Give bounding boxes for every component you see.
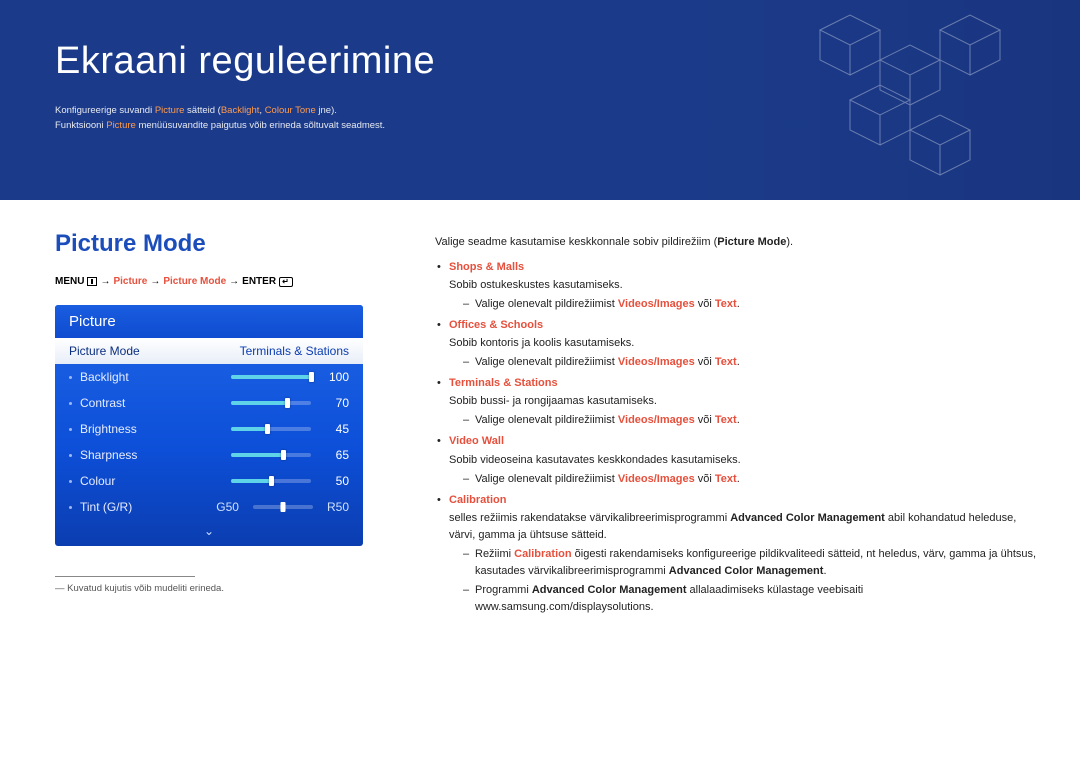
slider-value: 50 [319, 474, 349, 488]
slider-track[interactable] [231, 479, 311, 483]
section-title: Picture Mode [55, 230, 395, 258]
osd-slider-row[interactable]: Colour 50 [55, 468, 363, 494]
osd-selected-row[interactable]: Picture Mode Terminals & Stations [55, 338, 363, 364]
calib-sub-item: Režiimi Calibration õigesti rakendamisek… [463, 546, 1040, 580]
slider-track[interactable] [231, 375, 311, 379]
mode-sub-item: Valige olenevalt pildirežiimist Videos/I… [463, 471, 1040, 488]
mode-item-calibration: Calibration selles režiimis rakendatakse … [435, 492, 1040, 616]
slider-track[interactable] [231, 453, 311, 457]
lead-text: Valige seadme kasutamise keskkonnale sob… [435, 234, 1040, 251]
mode-item: Shops & Malls Sobib ostukeskustes kasutam… [435, 259, 1040, 313]
osd-selected-label: Picture Mode [69, 344, 140, 358]
slider-label: Backlight [80, 370, 223, 384]
slider-label: Contrast [80, 396, 223, 410]
slider-value: 70 [319, 396, 349, 410]
chevron-down-icon[interactable]: ⌄ [55, 520, 363, 538]
osd-tint-row[interactable]: Tint (G/R) G50 R50 [55, 494, 363, 520]
slider-label: Colour [80, 474, 223, 488]
mode-name: Offices & Schools [449, 319, 543, 331]
tint-slider[interactable] [253, 505, 313, 509]
divider [55, 576, 195, 577]
slider-label: Brightness [80, 422, 223, 436]
osd-slider-row[interactable]: Contrast 70 [55, 390, 363, 416]
osd-selected-value: Terminals & Stations [240, 344, 349, 358]
tint-g: G50 [216, 500, 239, 514]
enter-icon [279, 277, 293, 287]
tint-label: Tint (G/R) [80, 500, 208, 514]
tint-r: R50 [327, 500, 349, 514]
calib-sub-item: Programmi Advanced Color Management alla… [463, 582, 1040, 616]
decorative-cubes [780, 0, 1040, 200]
mode-name: Shops & Malls [449, 261, 524, 273]
slider-value: 100 [319, 370, 349, 384]
modes-list: Shops & Malls Sobib ostukeskustes kasutam… [435, 259, 1040, 616]
page-banner: Ekraani reguleerimine Konfigureerige suv… [0, 0, 1080, 200]
mode-desc: Sobib ostukeskustes kasutamiseks. [449, 277, 1040, 294]
page-title: Ekraani reguleerimine [55, 40, 1080, 83]
mode-name: Video Wall [449, 435, 504, 447]
osd-slider-row[interactable]: Backlight 100 [55, 364, 363, 390]
intro-text: Konfigureerige suvandi Picture sätteid (… [55, 103, 1080, 133]
mode-sub-item: Valige olenevalt pildirežiimist Videos/I… [463, 354, 1040, 371]
left-column: Picture Mode MENU → Picture → Picture Mo… [55, 230, 395, 620]
slider-value: 45 [319, 422, 349, 436]
mode-name: Terminals & Stations [449, 377, 558, 389]
right-column: Valige seadme kasutamise keskkonnale sob… [435, 230, 1040, 620]
mode-desc: Sobib bussi- ja rongijaamas kasutamiseks… [449, 393, 1040, 410]
slider-label: Sharpness [80, 448, 223, 462]
footnote: ― Kuvatud kujutis võib mudeliti erineda. [55, 583, 395, 594]
menu-breadcrumb: MENU → Picture → Picture Mode → ENTER [55, 276, 395, 287]
osd-header: Picture [55, 305, 363, 338]
mode-item: Offices & Schools Sobib kontoris ja kooli… [435, 317, 1040, 371]
content-area: Picture Mode MENU → Picture → Picture Mo… [0, 200, 1080, 620]
mode-name: Calibration [449, 494, 506, 506]
mode-desc: selles režiimis rakendatakse värvikalibr… [449, 510, 1040, 544]
mode-sub-item: Valige olenevalt pildirežiimist Videos/I… [463, 296, 1040, 313]
slider-track[interactable] [231, 401, 311, 405]
osd-slider-row[interactable]: Sharpness 65 [55, 442, 363, 468]
mode-item: Video Wall Sobib videoseina kasutavates k… [435, 433, 1040, 487]
mode-desc: Sobib videoseina kasutavates keskkondade… [449, 452, 1040, 469]
menu-icon [87, 277, 97, 286]
slider-value: 65 [319, 448, 349, 462]
mode-desc: Sobib kontoris ja koolis kasutamiseks. [449, 335, 1040, 352]
slider-track[interactable] [231, 427, 311, 431]
osd-slider-row[interactable]: Brightness 45 [55, 416, 363, 442]
mode-sub-item: Valige olenevalt pildirežiimist Videos/I… [463, 412, 1040, 429]
osd-panel: Picture Picture Mode Terminals & Station… [55, 305, 363, 546]
mode-item: Terminals & Stations Sobib bussi- ja rong… [435, 375, 1040, 429]
